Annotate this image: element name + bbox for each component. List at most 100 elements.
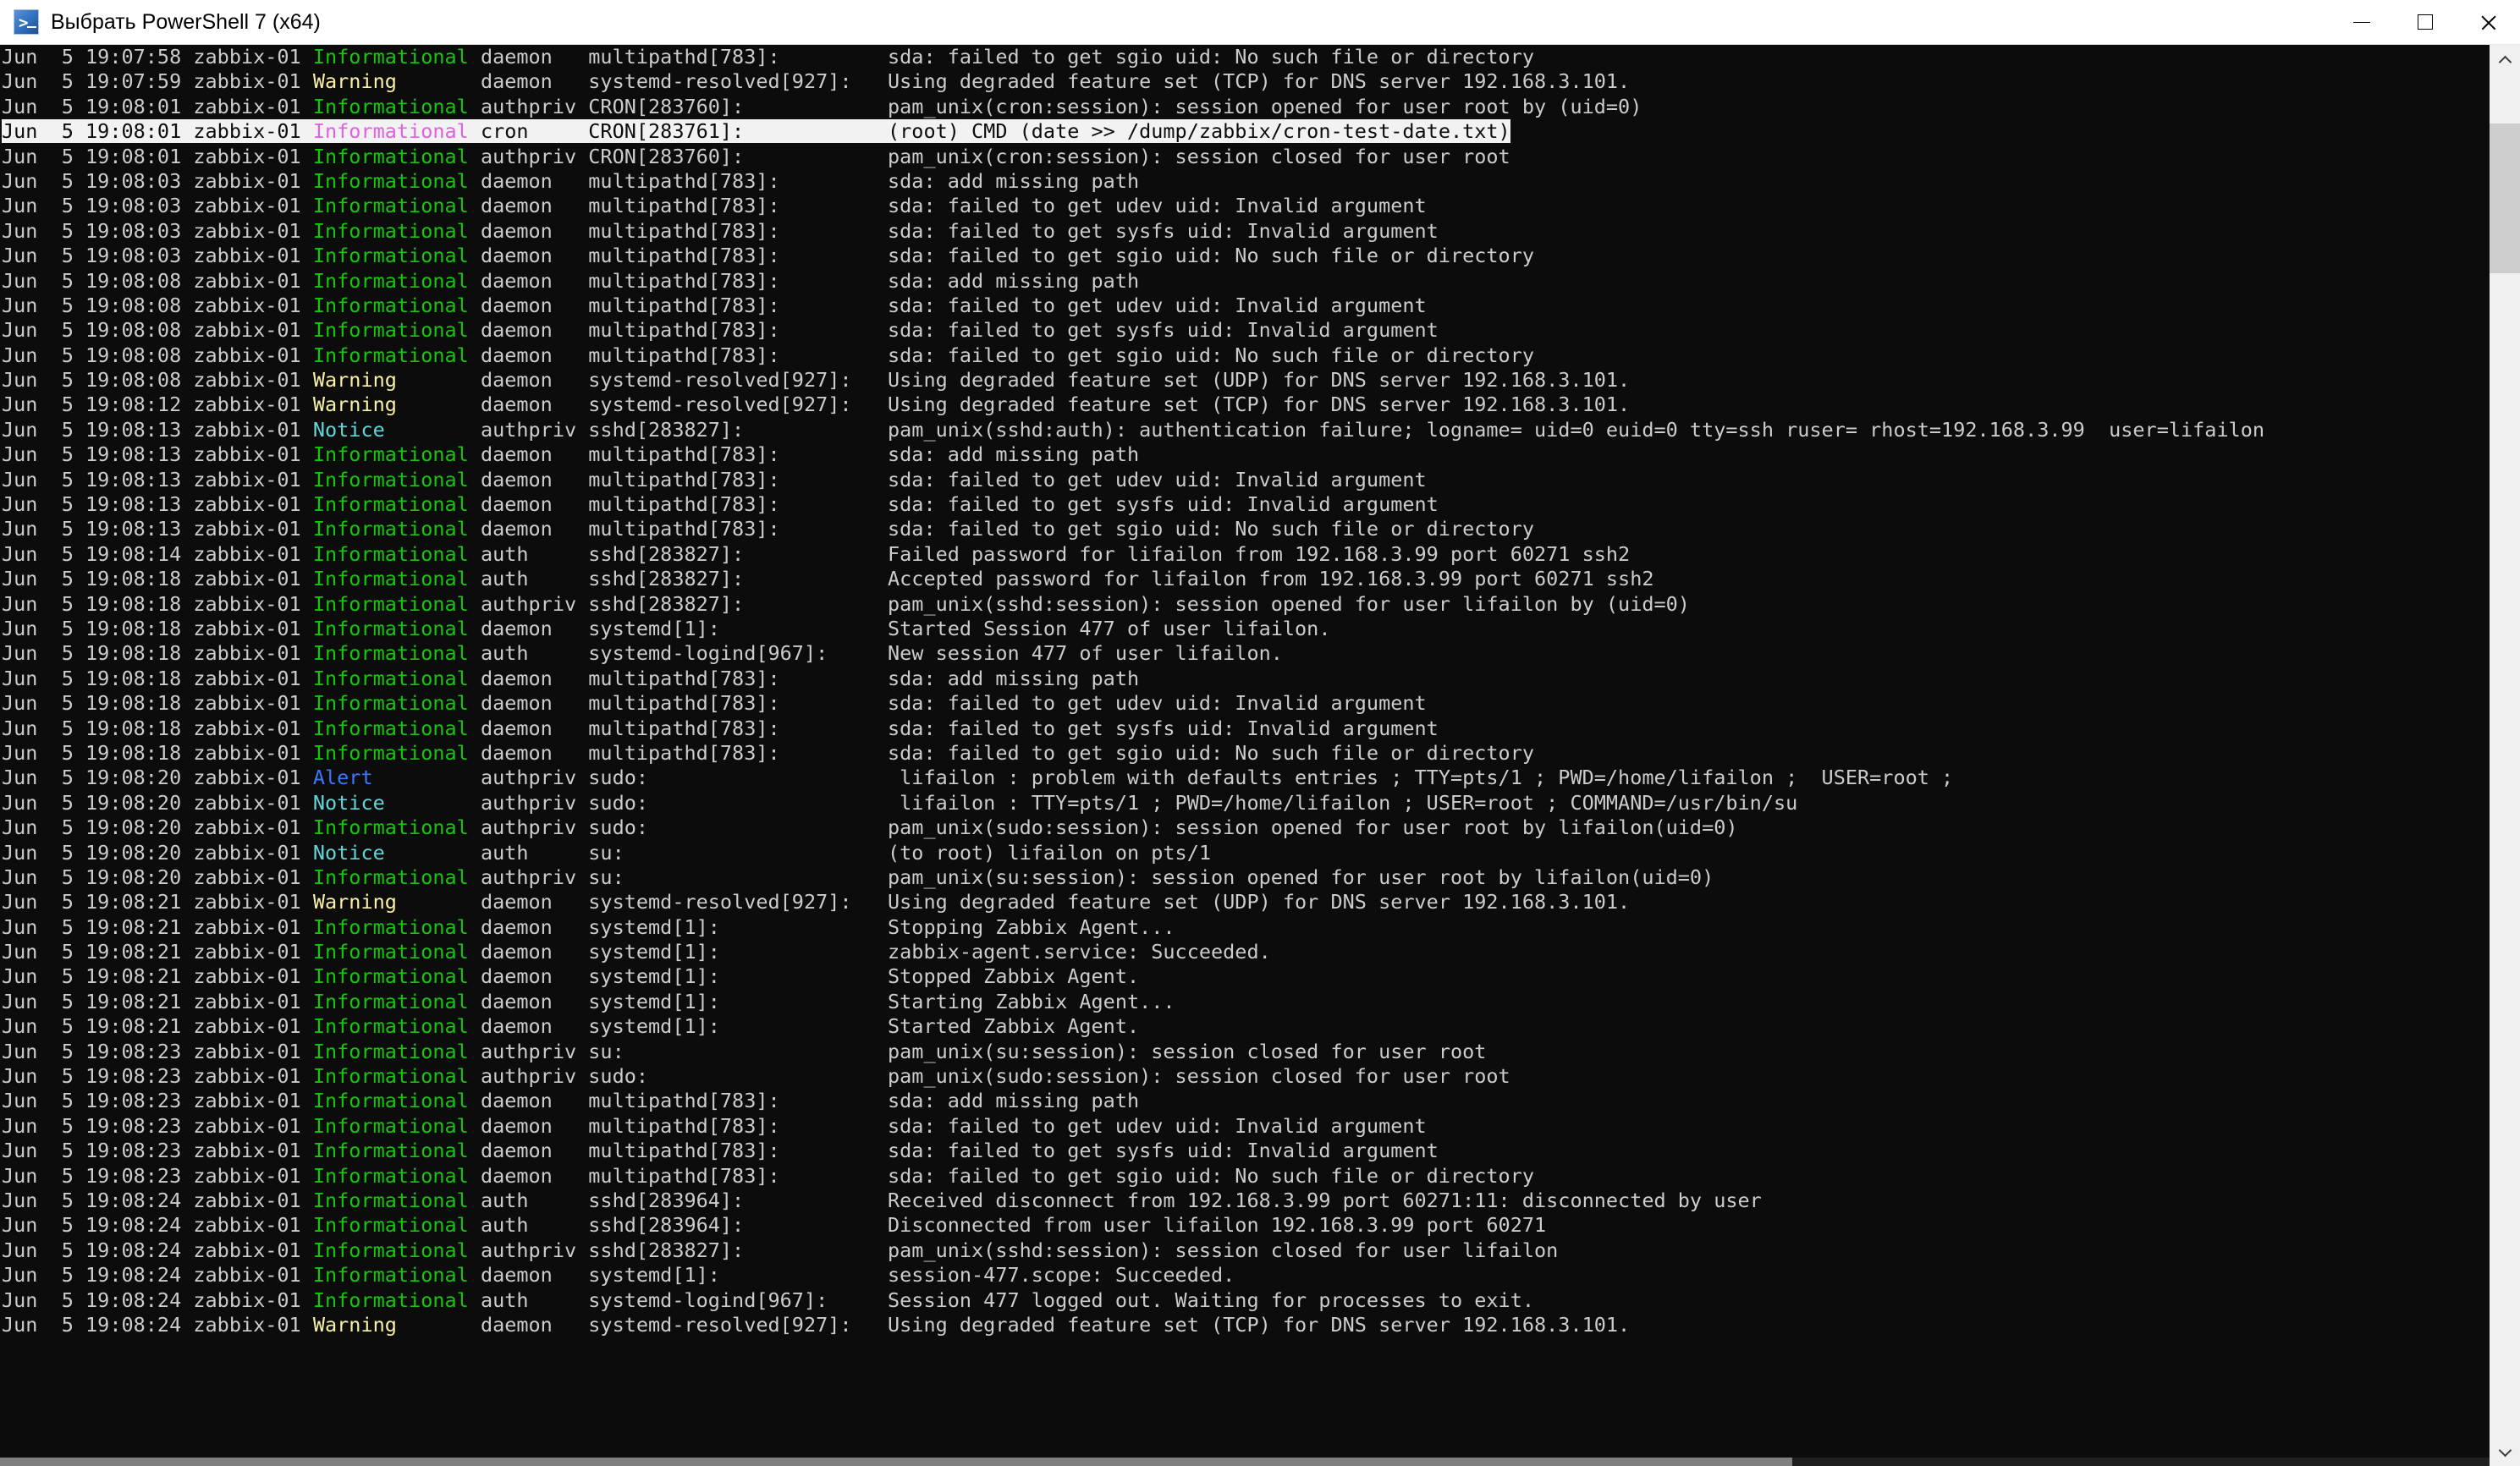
log-line[interactable]: Jun 5 19:08:18 zabbix-01 Informational d… — [2, 691, 2490, 716]
horizontal-scroll-thumb[interactable] — [0, 1458, 1793, 1466]
log-message: pam_unix(su:session): session closed for… — [888, 1039, 1487, 1063]
log-line[interactable]: Jun 5 19:08:24 zabbix-01 Informational a… — [2, 1288, 2490, 1313]
log-line[interactable]: Jun 5 19:08:08 zabbix-01 Informational d… — [2, 269, 2490, 294]
log-facility: daemon — [480, 616, 589, 640]
log-message: sda: failed to get sgio uid: No such fil… — [888, 343, 1535, 367]
log-line[interactable]: Jun 5 19:08:01 zabbix-01 Informational c… — [2, 119, 2490, 144]
log-process: sshd[283964]: — [588, 1213, 888, 1238]
log-line[interactable]: Jun 5 19:08:21 zabbix-01 Informational d… — [2, 1014, 2490, 1039]
log-facility: daemon — [480, 318, 589, 343]
log-line[interactable]: Jun 5 19:08:03 zabbix-01 Informational d… — [2, 219, 2490, 244]
log-timestamp: Jun 5 19:08:23 zabbix-01 — [2, 1163, 313, 1188]
log-severity: Warning — [312, 393, 481, 417]
log-line[interactable]: Jun 5 19:08:18 zabbix-01 Informational a… — [2, 641, 2490, 666]
log-line[interactable]: Jun 5 19:08:24 zabbix-01 Informational a… — [2, 1189, 2490, 1213]
close-button[interactable] — [2457, 0, 2520, 45]
scroll-up-button[interactable] — [2490, 45, 2520, 75]
log-line[interactable]: Jun 5 19:08:18 zabbix-01 Informational d… — [2, 741, 2490, 766]
log-line[interactable]: Jun 5 19:08:23 zabbix-01 Informational a… — [2, 1064, 2490, 1089]
log-line[interactable]: Jun 5 19:08:03 zabbix-01 Informational d… — [2, 169, 2490, 194]
vertical-scrollbar[interactable] — [2490, 45, 2520, 1466]
log-facility: daemon — [480, 940, 589, 964]
log-line[interactable]: Jun 5 19:08:13 zabbix-01 Informational d… — [2, 492, 2490, 517]
log-line[interactable]: Jun 5 19:08:23 zabbix-01 Informational d… — [2, 1164, 2490, 1189]
log-message: pam_unix(su:session): session opened for… — [888, 865, 1714, 889]
log-line[interactable]: Jun 5 19:07:59 zabbix-01 Warning daemon … — [2, 69, 2490, 94]
log-facility: daemon — [480, 740, 589, 765]
log-line[interactable]: Jun 5 19:08:18 zabbix-01 Informational a… — [2, 567, 2490, 591]
log-line[interactable]: Jun 5 19:08:21 zabbix-01 Informational d… — [2, 990, 2490, 1014]
log-severity: Informational — [312, 1188, 481, 1212]
log-line[interactable]: Jun 5 19:08:03 zabbix-01 Informational d… — [2, 194, 2490, 218]
log-line[interactable]: Jun 5 19:08:24 zabbix-01 Informational a… — [2, 1238, 2490, 1263]
log-timestamp: Jun 5 19:08:18 zabbix-01 — [2, 666, 313, 690]
title-bar[interactable]: Выбрать PowerShell 7 (x64) — [0, 0, 2520, 45]
log-line[interactable]: Jun 5 19:07:58 zabbix-01 Informational d… — [2, 45, 2490, 69]
log-facility: daemon — [480, 45, 589, 69]
log-line[interactable]: Jun 5 19:08:13 zabbix-01 Informational d… — [2, 517, 2490, 541]
log-line[interactable]: Jun 5 19:08:24 zabbix-01 Warning daemon … — [2, 1313, 2490, 1337]
log-process: multipathd[783]: — [588, 1163, 888, 1188]
log-facility: daemon — [480, 293, 589, 317]
horizontal-scrollbar[interactable] — [0, 1458, 2490, 1466]
log-facility: authpriv — [480, 94, 589, 118]
minimize-button[interactable] — [2330, 0, 2393, 45]
log-message: Using degraded feature set (TCP) for DNS… — [888, 1312, 1631, 1337]
log-message: pam_unix(sudo:session): session closed f… — [888, 1064, 1510, 1089]
log-line[interactable]: Jun 5 19:08:12 zabbix-01 Warning daemon … — [2, 393, 2490, 417]
log-line[interactable]: Jun 5 19:08:18 zabbix-01 Informational d… — [2, 617, 2490, 641]
log-message: lifailon : problem with defaults entries… — [888, 766, 1954, 790]
log-process: multipathd[783]: — [588, 268, 888, 293]
log-line[interactable]: Jun 5 19:08:18 zabbix-01 Informational d… — [2, 717, 2490, 741]
log-line[interactable]: Jun 5 19:08:08 zabbix-01 Warning daemon … — [2, 368, 2490, 393]
log-severity: Informational — [312, 940, 481, 964]
log-severity: Informational — [312, 94, 481, 118]
log-process: sshd[283964]: — [588, 1188, 888, 1212]
log-facility: authpriv — [480, 144, 589, 168]
log-line[interactable]: Jun 5 19:08:24 zabbix-01 Informational a… — [2, 1213, 2490, 1238]
scroll-down-button[interactable] — [2490, 1436, 2520, 1466]
log-line[interactable]: Jun 5 19:08:18 zabbix-01 Informational a… — [2, 592, 2490, 617]
log-line[interactable]: Jun 5 19:08:14 zabbix-01 Informational a… — [2, 542, 2490, 567]
log-line[interactable]: Jun 5 19:08:01 zabbix-01 Informational a… — [2, 95, 2490, 119]
log-line[interactable]: Jun 5 19:08:20 zabbix-01 Alert authpriv … — [2, 766, 2490, 790]
log-line[interactable]: Jun 5 19:08:13 zabbix-01 Notice authpriv… — [2, 418, 2490, 442]
vertical-scroll-thumb[interactable] — [2490, 124, 2520, 274]
log-line[interactable]: Jun 5 19:08:24 zabbix-01 Informational d… — [2, 1263, 2490, 1288]
log-line[interactable]: Jun 5 19:08:13 zabbix-01 Informational d… — [2, 442, 2490, 467]
log-line[interactable]: Jun 5 19:08:20 zabbix-01 Notice auth su:… — [2, 841, 2490, 865]
maximize-button[interactable] — [2393, 0, 2457, 45]
log-line[interactable]: Jun 5 19:08:23 zabbix-01 Informational a… — [2, 1040, 2490, 1064]
log-timestamp: Jun 5 19:08:21 zabbix-01 — [2, 914, 313, 939]
log-message: New session 477 of user lifailon. — [888, 641, 1283, 666]
log-line[interactable]: Jun 5 19:08:20 zabbix-01 Informational a… — [2, 865, 2490, 890]
vertical-scroll-track[interactable] — [2490, 75, 2520, 1436]
log-line[interactable]: Jun 5 19:08:20 zabbix-01 Notice authpriv… — [2, 791, 2490, 815]
log-line[interactable]: Jun 5 19:08:21 zabbix-01 Informational d… — [2, 964, 2490, 989]
log-facility: daemon — [480, 914, 589, 939]
title-bar-left: Выбрать PowerShell 7 (x64) — [0, 9, 2330, 35]
selected-text-highlight: Jun 5 19:08:01 zabbix-01 Informational c… — [2, 119, 1510, 144]
log-line[interactable]: Jun 5 19:08:23 zabbix-01 Informational d… — [2, 1089, 2490, 1113]
log-line[interactable]: Jun 5 19:08:20 zabbix-01 Informational a… — [2, 815, 2490, 840]
log-timestamp: Jun 5 19:08:13 zabbix-01 — [2, 517, 313, 541]
log-process: multipathd[783]: — [588, 666, 888, 690]
log-severity: Informational — [312, 1014, 481, 1039]
log-line[interactable]: Jun 5 19:08:13 zabbix-01 Informational d… — [2, 468, 2490, 492]
log-line[interactable]: Jun 5 19:08:18 zabbix-01 Informational d… — [2, 667, 2490, 691]
log-facility: auth — [480, 567, 589, 591]
log-line[interactable]: Jun 5 19:08:21 zabbix-01 Informational d… — [2, 915, 2490, 940]
log-line[interactable]: Jun 5 19:08:08 zabbix-01 Informational d… — [2, 343, 2490, 368]
log-line[interactable]: Jun 5 19:08:21 zabbix-01 Warning daemon … — [2, 890, 2490, 914]
log-process: systemd[1]: — [588, 616, 888, 640]
console-output[interactable]: Jun 5 19:07:58 zabbix-01 Informational d… — [0, 45, 2490, 1466]
log-line[interactable]: Jun 5 19:08:03 zabbix-01 Informational d… — [2, 244, 2490, 268]
log-process: sudo: — [588, 790, 888, 815]
log-line[interactable]: Jun 5 19:08:08 zabbix-01 Informational d… — [2, 318, 2490, 343]
log-line[interactable]: Jun 5 19:08:23 zabbix-01 Informational d… — [2, 1139, 2490, 1163]
log-timestamp: Jun 5 19:08:01 zabbix-01 — [2, 94, 313, 118]
log-line[interactable]: Jun 5 19:08:08 zabbix-01 Informational d… — [2, 294, 2490, 318]
log-line[interactable]: Jun 5 19:08:01 zabbix-01 Informational a… — [2, 145, 2490, 169]
log-line[interactable]: Jun 5 19:08:21 zabbix-01 Informational d… — [2, 940, 2490, 964]
log-line[interactable]: Jun 5 19:08:23 zabbix-01 Informational d… — [2, 1114, 2490, 1139]
